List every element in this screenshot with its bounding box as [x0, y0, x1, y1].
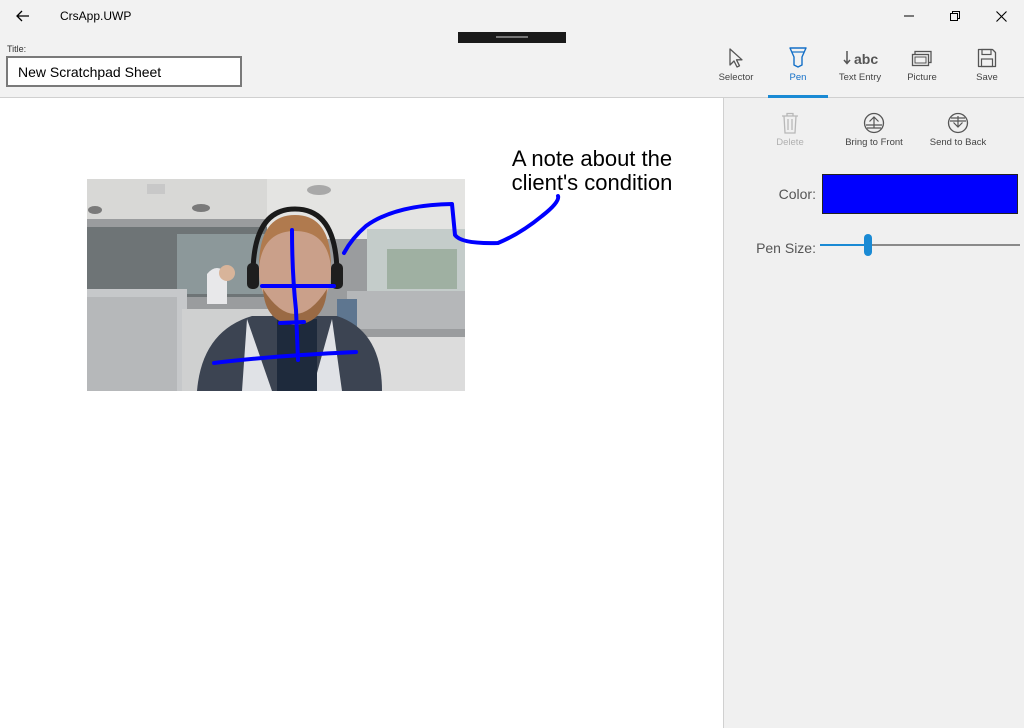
minimize-button[interactable]	[886, 0, 932, 32]
close-button[interactable]	[978, 0, 1024, 32]
pen-size-slider-thumb[interactable]	[864, 234, 872, 256]
bring-to-front-label: Bring to Front	[845, 137, 903, 148]
tool-text-entry[interactable]: abc Text Entry	[832, 32, 888, 97]
picture-icon	[911, 50, 932, 67]
back-button[interactable]	[0, 0, 46, 32]
ink-stroke-vertical	[290, 228, 300, 362]
tool-selector[interactable]: Selector	[711, 32, 761, 97]
ink-stroke-callout	[342, 194, 561, 255]
tool-text-entry-label: Text Entry	[838, 72, 882, 83]
save-icon	[977, 48, 997, 68]
cursor-arrow-icon	[729, 48, 743, 68]
tool-picture[interactable]: Picture	[896, 32, 948, 97]
note-text[interactable]: A note about the client's condition	[497, 147, 687, 195]
title-bar: CrsApp.UWP	[0, 0, 1024, 32]
delete-label: Delete	[776, 137, 804, 148]
color-picker-swatch[interactable]	[822, 174, 1018, 214]
send-to-back-button[interactable]: Send to Back	[924, 112, 992, 148]
tool-picture-label: Picture	[907, 72, 937, 83]
pen-size-label: Pen Size:	[756, 240, 816, 256]
properties-panel: Delete Bring to Front Send to Back Color…	[724, 98, 1024, 728]
minimize-icon	[904, 15, 914, 17]
back-arrow-icon	[16, 10, 29, 22]
bring-to-front-button[interactable]: Bring to Front	[840, 112, 908, 148]
ink-stroke-horizontal-mid	[278, 320, 306, 325]
bring-to-front-icon	[863, 112, 885, 134]
scratchpad-canvas[interactable]: A note about the client's condition	[0, 98, 724, 728]
drag-handle[interactable]	[458, 32, 566, 43]
title-label: Title:	[7, 44, 27, 54]
color-label: Color:	[778, 186, 816, 202]
note-line-2: client's condition	[511, 170, 673, 195]
tool-save[interactable]: Save	[964, 32, 1010, 97]
pen-size-slider[interactable]	[820, 244, 1020, 246]
tool-pen-label: Pen	[789, 72, 807, 83]
title-input[interactable]	[6, 56, 242, 87]
send-to-back-icon	[947, 112, 969, 134]
delete-button[interactable]: Delete	[768, 112, 812, 148]
send-to-back-label: Send to Back	[929, 137, 987, 148]
svg-text:abc: abc	[854, 51, 878, 67]
trash-icon	[782, 112, 798, 134]
ink-stroke-horizontal-bottom	[212, 350, 358, 365]
pen-size-slider-fill	[820, 244, 868, 246]
tool-save-label: Save	[976, 72, 998, 83]
app-title: CrsApp.UWP	[60, 9, 132, 23]
note-line-1: A note about the	[511, 146, 673, 171]
pen-icon	[789, 47, 807, 68]
restore-icon	[950, 11, 960, 21]
restore-button[interactable]	[932, 0, 978, 32]
tool-selector-label: Selector	[718, 72, 754, 83]
tool-pen[interactable]: Pen	[768, 32, 828, 98]
close-icon	[995, 10, 1007, 22]
text-entry-icon: abc	[843, 51, 878, 67]
